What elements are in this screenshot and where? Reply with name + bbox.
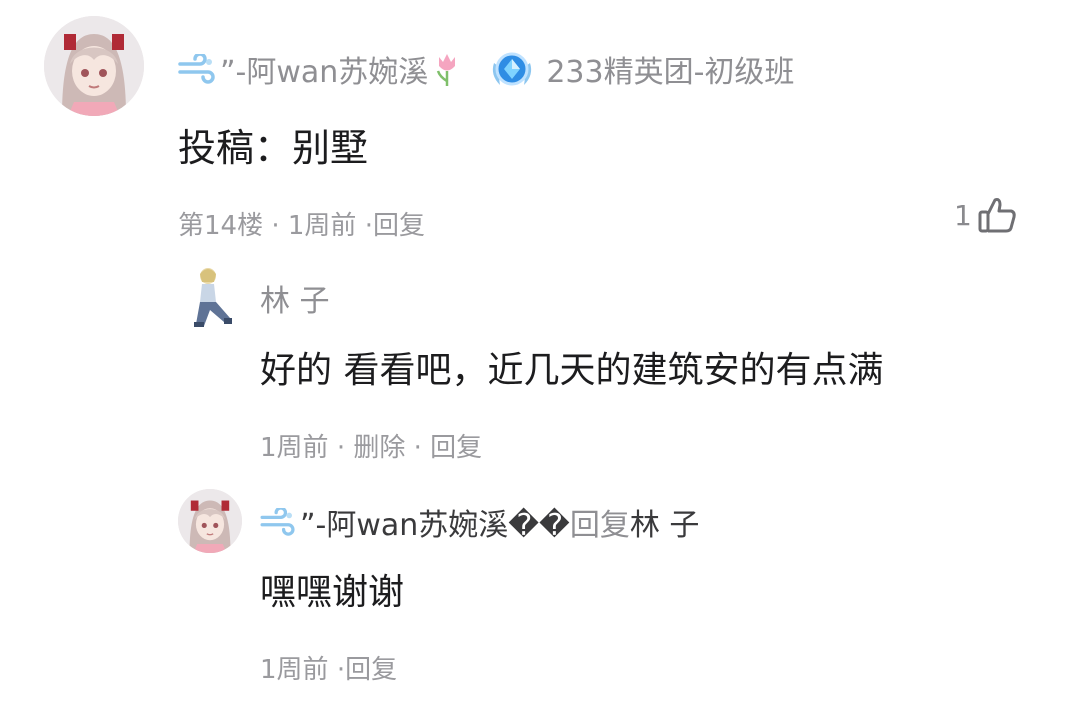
separator: ·	[336, 433, 346, 463]
avatar[interactable]	[178, 489, 242, 553]
separator: ·	[364, 211, 373, 241]
reply-target-username[interactable]: 林 子	[630, 500, 700, 544]
reply-username[interactable]: ”-阿wan苏婉溪��	[300, 500, 570, 544]
comment-body: 投稿：别墅	[178, 126, 369, 170]
like-button[interactable]: 1	[954, 196, 1018, 234]
separator: ·	[413, 433, 422, 463]
reply-body: 嘿嘿谢谢	[260, 572, 405, 613]
delete-button[interactable]: 删除	[353, 433, 405, 463]
comment-username[interactable]: ”-阿wan苏婉溪	[220, 47, 428, 91]
separator: ·	[271, 211, 280, 241]
avatar[interactable]	[186, 262, 238, 332]
reply-body: 好的 看看吧，近几天的建筑安的有点满	[260, 350, 884, 391]
thumbs-up-icon	[978, 198, 1016, 233]
avatar[interactable]	[44, 16, 144, 116]
reply-to-label: 回复	[569, 508, 630, 543]
crystal-badge-icon[interactable]	[488, 45, 536, 93]
anime-girl-avatar-icon	[178, 489, 242, 553]
character-figure-avatar-icon	[186, 262, 238, 332]
anime-girl-avatar-icon	[44, 16, 144, 116]
fan-club-label: 233精英团-初级班	[546, 55, 795, 90]
timestamp: 1周前	[287, 211, 357, 241]
reply-button[interactable]: 回复	[373, 211, 425, 241]
like-count: 1	[954, 198, 972, 232]
reply-button[interactable]: 回复	[430, 433, 482, 463]
floor-number: 第14楼	[178, 211, 264, 241]
reply-button[interactable]: 回复	[345, 655, 397, 685]
tulip-emoji-icon	[437, 54, 456, 86]
reply-username[interactable]: 林 子	[260, 282, 330, 322]
wind-emoji-icon	[178, 54, 215, 84]
separator: ·	[336, 655, 346, 685]
wind-emoji-icon	[260, 508, 295, 536]
timestamp: 1周前	[260, 655, 329, 685]
timestamp: 1周前	[260, 433, 329, 463]
